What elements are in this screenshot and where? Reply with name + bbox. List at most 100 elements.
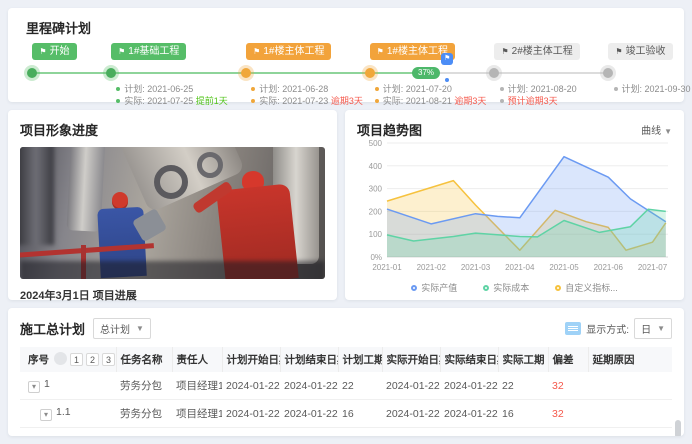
milestone-date-line: 计划: 2021-09-30 bbox=[614, 83, 691, 95]
table-row[interactable]: ▾1.1劳务分包项目经理12024-01-222024-01-22162024-… bbox=[20, 400, 672, 428]
svg-text:200: 200 bbox=[369, 207, 383, 216]
flag-icon: ⚑ bbox=[501, 47, 508, 56]
table-cell: 22 bbox=[498, 372, 548, 400]
svg-text:2021-04: 2021-04 bbox=[505, 263, 535, 272]
flag-icon: ⚑ bbox=[39, 47, 46, 56]
milestone-label: ⚑2#楼主体工程 bbox=[494, 43, 579, 60]
display-mode-icon[interactable] bbox=[565, 322, 581, 335]
table-cell: 22 bbox=[338, 372, 382, 400]
date-status-text: 预计逾期3天 bbox=[508, 96, 558, 106]
milestone-date-line: 计划: 2021-07-20 bbox=[375, 83, 487, 95]
date-bullet-icon bbox=[251, 99, 255, 103]
photo-foreground-shadow bbox=[20, 261, 325, 279]
table-header-cell: 实际结束日期 bbox=[440, 347, 498, 372]
legend-label: 自定义指标... bbox=[565, 281, 618, 294]
chart-type-dropdown[interactable]: 曲线▼ bbox=[641, 122, 672, 137]
table-cell: 劳务分包 bbox=[116, 428, 172, 437]
table-cell: 劳务分包 bbox=[116, 372, 172, 400]
deviation-cell: 32 bbox=[548, 372, 588, 400]
level-button[interactable]: 1 bbox=[70, 353, 83, 366]
reason-cell bbox=[588, 428, 672, 437]
milestone-label: ⚑1#楼主体工程 bbox=[246, 43, 331, 60]
level-button[interactable]: 2 bbox=[86, 353, 99, 366]
table-cell: 16 bbox=[498, 400, 548, 428]
date-bullet-icon bbox=[251, 87, 255, 91]
milestone-date-line: 计划: 2021-08-20 bbox=[500, 83, 577, 95]
table-header-cell: 责任人 bbox=[172, 347, 222, 372]
level-button[interactable]: 3 bbox=[102, 353, 115, 366]
table-cell: 劳务分包 bbox=[116, 400, 172, 428]
table-row[interactable]: ▾1劳务分包项目经理12024-01-222024-01-22222024-01… bbox=[20, 372, 672, 400]
project-photo-card: 项目形象进度 2024年3月1日 项目进展 bbox=[8, 110, 337, 300]
table-cell: 2024-01-22 bbox=[382, 372, 440, 400]
legend-marker-icon bbox=[483, 285, 489, 291]
chevron-down-icon: ▼ bbox=[657, 324, 665, 333]
milestone-label: ⚑开始 bbox=[32, 43, 76, 60]
milestone-date-line: 实际: 2021-07-25 提前1天 bbox=[116, 95, 228, 107]
svg-text:2021-07: 2021-07 bbox=[638, 263, 668, 272]
milestone-node bbox=[106, 68, 116, 78]
date-bullet-icon bbox=[116, 87, 120, 91]
table-header-cell: 计划开始日期 bbox=[222, 347, 280, 372]
svg-text:500: 500 bbox=[369, 139, 383, 148]
table-cell: 项目经理2 bbox=[172, 428, 222, 437]
reason-cell bbox=[588, 372, 672, 400]
level-circle-icon[interactable] bbox=[54, 352, 67, 365]
milestone-dates: 计划: 2021-09-30 bbox=[614, 83, 691, 95]
table-card-title: 施工总计划 bbox=[20, 319, 85, 338]
svg-text:2021-02: 2021-02 bbox=[417, 263, 447, 272]
legend-item[interactable]: 实际成本 bbox=[483, 281, 529, 294]
flag-icon: ⚑ bbox=[615, 47, 622, 56]
table-cell: 项目经理1 bbox=[172, 400, 222, 428]
date-status-text: 提前1天 bbox=[196, 96, 228, 106]
table-cell: 2024-01-22 bbox=[382, 428, 440, 437]
plan-select[interactable]: 总计划▼ bbox=[93, 318, 151, 339]
collapse-icon[interactable]: ▾ bbox=[28, 381, 40, 393]
photo-card-title: 项目形象进度 bbox=[20, 120, 325, 139]
row-number-cell: ▾1.1.1 bbox=[20, 428, 116, 437]
chart-title: 项目趋势图 bbox=[357, 120, 422, 139]
reason-cell bbox=[588, 400, 672, 428]
milestone-dates: 计划: 2021-06-28 实际: 2021-07-23 逾期3天 bbox=[251, 83, 363, 107]
milestone-label: ⚑1#基础工程 bbox=[111, 43, 186, 60]
today-marker-dot bbox=[445, 78, 449, 82]
middle-row: 项目形象进度 2024年3月1日 项目进展 bbox=[8, 110, 684, 300]
milestone-card: 里程碑计划 ⚑开始⚑1#基础工程计划: 2021-06-25 实际: 2021-… bbox=[8, 8, 684, 102]
table-row[interactable]: ▾1.1.1劳务分包项目经理22024-01-222024-01-2262024… bbox=[20, 428, 672, 437]
dashboard: 里程碑计划 ⚑开始⚑1#基础工程计划: 2021-06-25 实际: 2021-… bbox=[0, 0, 692, 444]
table-cell: 2024-01-22 bbox=[440, 372, 498, 400]
trend-chart: 5004003002001000%2021-012021-022021-0320… bbox=[357, 139, 672, 275]
table-cell: 6 bbox=[498, 428, 548, 437]
table-cell: 2024-01-22 bbox=[382, 400, 440, 428]
milestone-node bbox=[365, 68, 375, 78]
table-cell: 2024-01-22 bbox=[222, 400, 280, 428]
legend-item[interactable]: 自定义指标... bbox=[555, 281, 618, 294]
date-bullet-icon bbox=[116, 99, 120, 103]
timeline-remaining-line bbox=[426, 72, 608, 74]
table-header-cell: 计划工期 bbox=[338, 347, 382, 372]
table-cell: 2024-01-22 bbox=[280, 372, 338, 400]
display-unit-select[interactable]: 日▼ bbox=[634, 318, 672, 339]
date-status-text: 逾期3天 bbox=[331, 96, 363, 106]
legend-item[interactable]: 实际产值 bbox=[411, 281, 457, 294]
milestone-date-line: 实际: 2021-08-21 逾期3天 bbox=[375, 95, 487, 107]
date-bullet-icon bbox=[614, 87, 618, 91]
photo-valve-wheel bbox=[197, 152, 223, 178]
svg-text:300: 300 bbox=[369, 185, 383, 194]
trend-chart-card: 项目趋势图 曲线▼ 5004003002001000%2021-012021-0… bbox=[345, 110, 684, 300]
milestone-node bbox=[603, 68, 613, 78]
table-header-cell: 延期原因 bbox=[588, 347, 672, 372]
date-status-text: 逾期3天 bbox=[454, 96, 486, 106]
svg-text:2021-01: 2021-01 bbox=[372, 263, 402, 272]
milestone-date-line: 计划: 2021-06-25 bbox=[116, 83, 228, 95]
legend-marker-icon bbox=[555, 285, 561, 291]
flag-icon: ⚑ bbox=[253, 47, 260, 56]
svg-text:2021-03: 2021-03 bbox=[461, 263, 491, 272]
row-number-cell: ▾1 bbox=[20, 372, 116, 400]
collapse-icon[interactable]: ▾ bbox=[40, 409, 52, 421]
table-header-cell: 序号12345 bbox=[20, 347, 116, 372]
milestone-node bbox=[489, 68, 499, 78]
svg-text:2021-05: 2021-05 bbox=[549, 263, 579, 272]
progress-percent-badge: 37% bbox=[412, 67, 440, 79]
scrollbar-thumb[interactable] bbox=[675, 420, 681, 436]
